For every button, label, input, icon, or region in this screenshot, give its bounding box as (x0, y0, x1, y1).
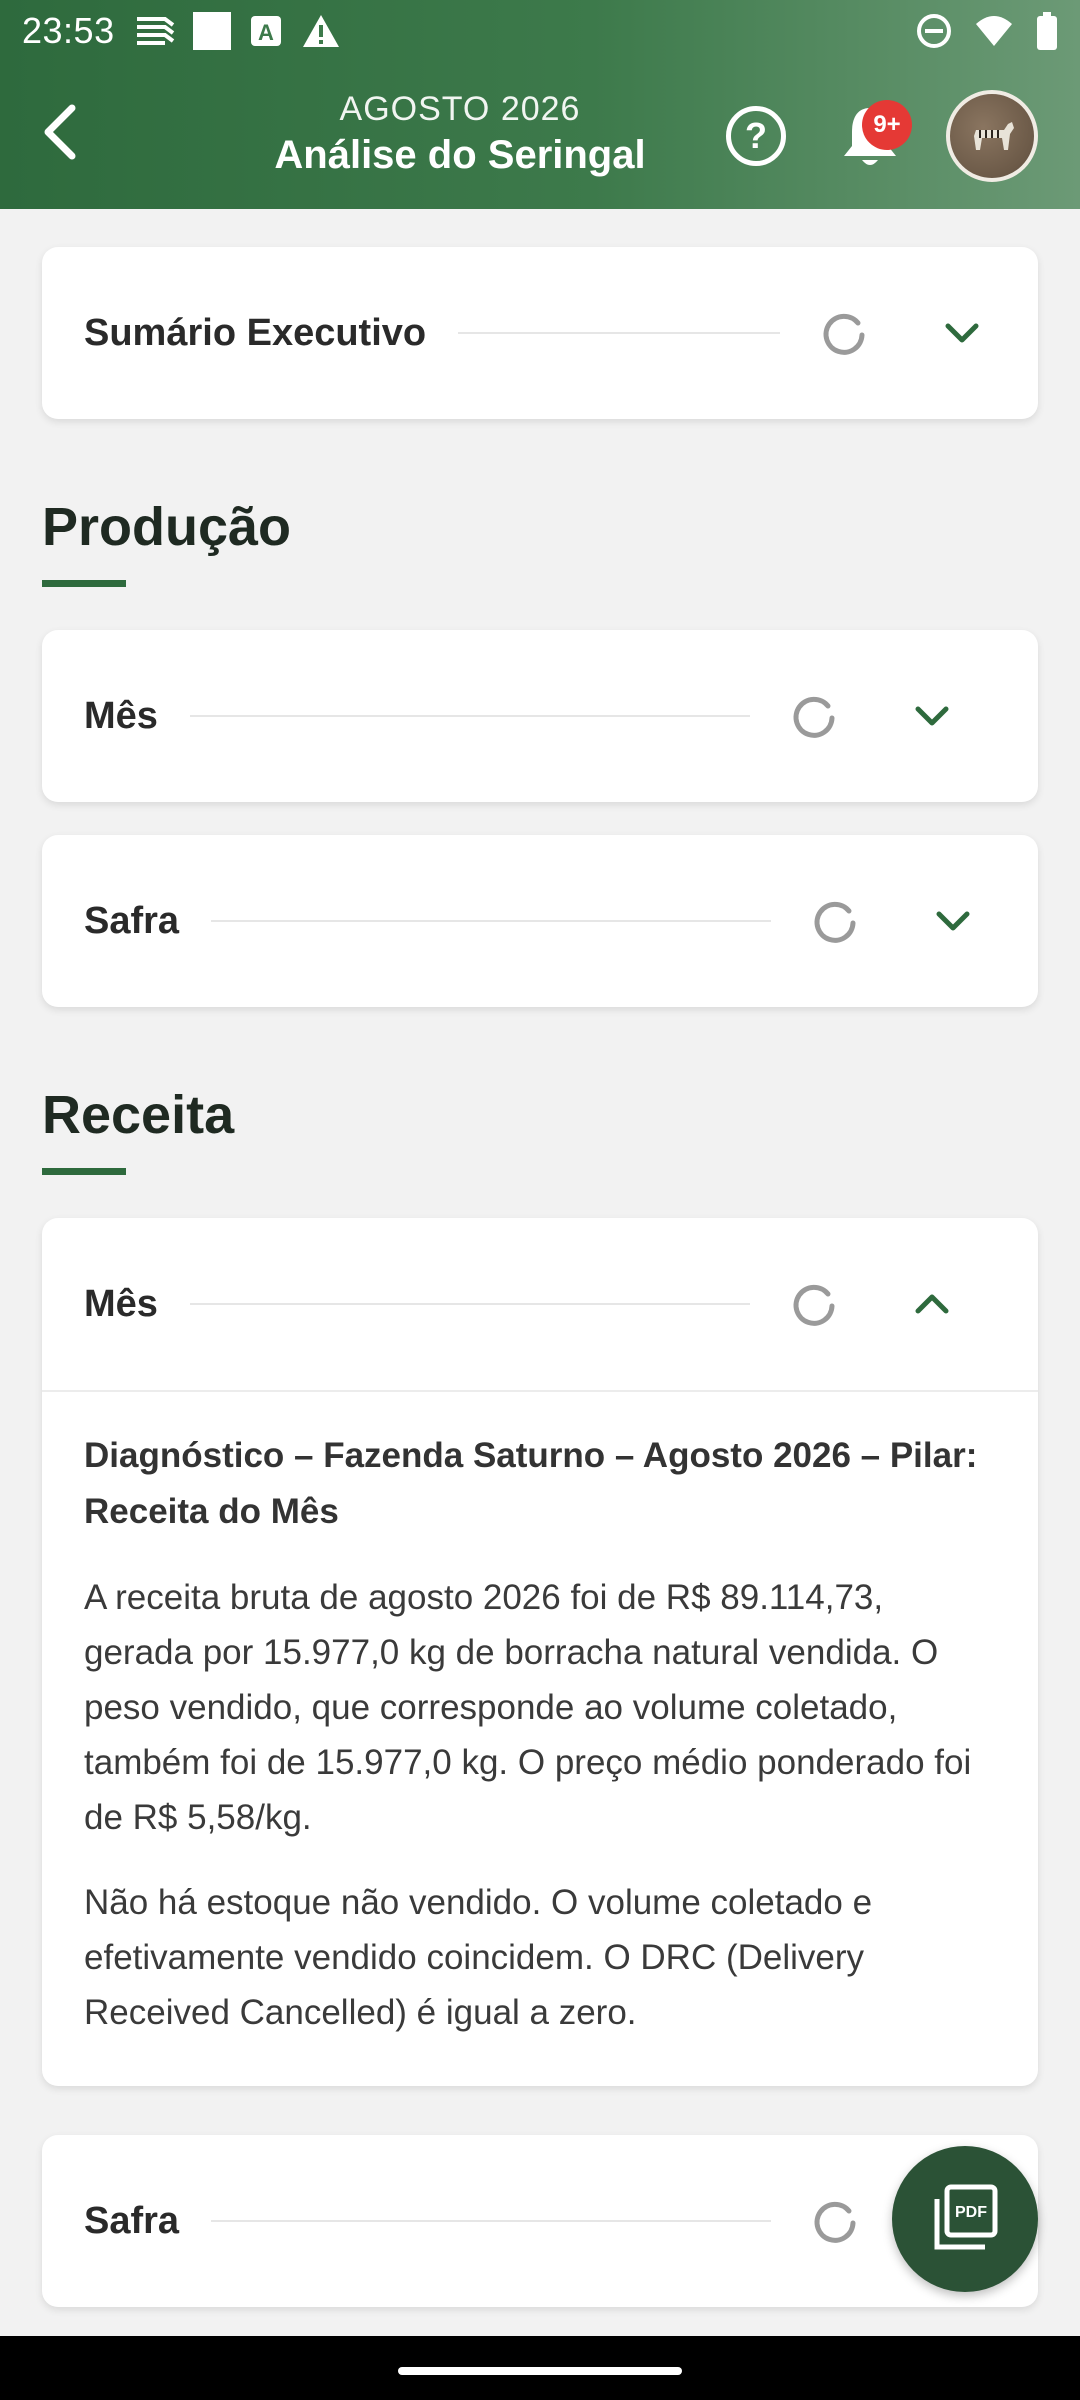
divider-line (458, 332, 780, 334)
loading-spinner-icon (793, 696, 835, 738)
producao-safra-title: Safra (84, 899, 180, 942)
divider-line (211, 2220, 772, 2222)
producao-mes-title: Mês (84, 694, 158, 737)
app-bar-titles: AGOSTO 2026 Análise do Seringal (200, 90, 720, 178)
diagnostic-title: Diagnóstico – Fazenda Saturno – Agosto 2… (84, 1436, 978, 1531)
summary-card-title: Sumário Executivo (84, 311, 427, 354)
export-pdf-button[interactable]: PDF (892, 2146, 1038, 2292)
producao-safra-card[interactable]: Safra (42, 835, 1038, 1007)
summary-card[interactable]: Sumário Executivo (42, 247, 1038, 419)
warning-icon (302, 15, 339, 47)
loading-spinner-icon (823, 313, 865, 355)
a-notification-icon: A (250, 16, 281, 46)
receita-mes-card: Mês Diagnóstico – Fazenda Saturno – Agos… (42, 1218, 1038, 2086)
back-button[interactable] (30, 102, 90, 162)
receita-safra-card[interactable]: Safra (42, 2135, 1038, 2307)
wifi-icon (976, 16, 1012, 46)
loading-spinner-icon (814, 2201, 856, 2243)
zebra-avatar-icon (974, 122, 1014, 150)
pdf-icon: PDF (934, 2184, 998, 2250)
notification-badge: 9+ (862, 100, 912, 150)
divider-line (211, 920, 772, 922)
do-not-disturb-icon (917, 14, 951, 48)
help-button[interactable]: ? (726, 106, 786, 166)
wind-icon (136, 17, 174, 45)
svg-text:PDF: PDF (955, 2204, 987, 2221)
page-subtitle: AGOSTO 2026 (339, 90, 581, 128)
question-mark-icon: ? (745, 115, 767, 156)
status-bar: 23:53 A (0, 0, 1080, 62)
divider-line (189, 1303, 750, 1305)
summary-card-header[interactable]: Sumário Executivo (42, 247, 1038, 419)
square-notification-icon (192, 12, 231, 50)
chevron-left-icon (44, 104, 76, 160)
home-gesture-handle[interactable] (398, 2367, 682, 2375)
section-title-producao: Produção (42, 497, 292, 557)
section-underline (42, 580, 126, 587)
loading-spinner-icon (814, 901, 856, 943)
status-time: 23:53 (22, 10, 115, 51)
app-bar: AGOSTO 2026 Análise do Seringal ? 9+ (0, 62, 1080, 209)
battery-icon (1037, 12, 1057, 50)
svg-text:A: A (258, 20, 274, 45)
loading-spinner-icon (793, 1284, 835, 1326)
receita-safra-title: Safra (84, 2199, 180, 2242)
producao-mes-header[interactable]: Mês (42, 630, 1038, 802)
avatar[interactable] (946, 90, 1038, 182)
producao-mes-card[interactable]: Mês (42, 630, 1038, 802)
receita-mes-content: Diagnóstico – Fazenda Saturno – Agosto 2… (42, 1392, 1038, 2086)
diagnostic-paragraph-2: Não há estoque não vendido. O volume col… (84, 1883, 873, 2032)
receita-safra-header[interactable]: Safra (42, 2135, 1038, 2307)
section-underline (42, 1168, 126, 1175)
top-app-bar: 23:53 A AGOSTO 2026 Análise do Seringal … (0, 0, 1080, 209)
section-title-receita: Receita (42, 1085, 235, 1145)
page-title: Análise do Seringal (274, 133, 646, 177)
producao-safra-header[interactable]: Safra (42, 835, 1038, 1007)
receita-mes-title: Mês (84, 1282, 158, 1325)
chevron-up-icon[interactable] (908, 1280, 956, 1328)
chevron-down-icon[interactable] (929, 897, 977, 945)
divider-line (189, 715, 750, 717)
receita-mes-header[interactable]: Mês (42, 1218, 1038, 1390)
diagnostic-paragraph-1: A receita bruta de agosto 2026 foi de R$… (84, 1578, 972, 1837)
chevron-down-icon[interactable] (938, 309, 986, 357)
chevron-down-icon[interactable] (908, 692, 956, 740)
